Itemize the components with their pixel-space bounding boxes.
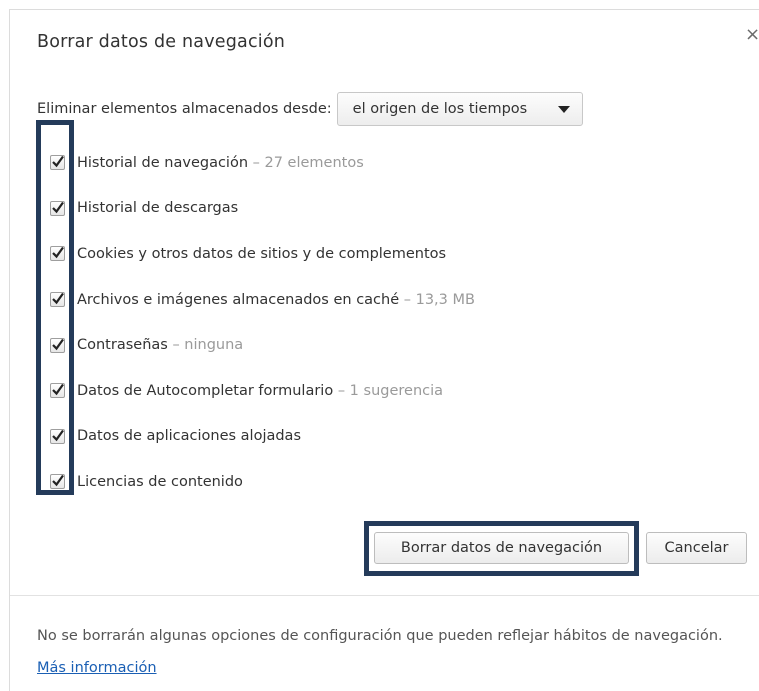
list-item-download-history: Historial de descargas xyxy=(50,186,475,232)
learn-more-link[interactable]: Más información xyxy=(37,660,157,676)
item-name: Datos de Autocompletar formulario xyxy=(77,382,334,399)
item-label: Licencias de contenido xyxy=(77,474,243,490)
checkbox-hosted-apps[interactable] xyxy=(50,428,65,444)
item-label: Historial de descargas xyxy=(77,200,238,216)
item-name: Historial de descargas xyxy=(77,200,239,217)
checkmark-icon xyxy=(52,292,64,305)
footer-text: No se borrarán algunas opciones de confi… xyxy=(37,628,723,644)
item-name: Datos de aplicaciones alojadas xyxy=(77,428,301,445)
list-item-autofill: Datos de Autocompletar formulario – 1 su… xyxy=(50,368,475,414)
chevron-down-icon xyxy=(557,105,570,113)
item-label: Historial de navegación – 27 elementos xyxy=(77,155,364,171)
checkmark-icon xyxy=(52,429,64,442)
item-label: Datos de aplicaciones alojadas xyxy=(77,428,301,444)
item-label: Datos de Autocompletar formulario – 1 su… xyxy=(77,383,443,399)
item-detail: – 13,3 MB xyxy=(403,291,475,308)
list-item-content-licenses: Licencias de contenido xyxy=(50,459,475,505)
item-name: Archivos e imágenes almacenados en caché xyxy=(77,291,400,308)
item-name: Licencias de contenido xyxy=(77,473,243,490)
item-name: Historial de navegación xyxy=(77,154,249,171)
checkmark-icon xyxy=(52,156,64,168)
item-detail: – ninguna xyxy=(172,337,244,354)
time-range-select[interactable]: el origen de los tiempos xyxy=(336,92,583,126)
cancel-button[interactable]: Cancelar xyxy=(646,532,747,564)
checkbox-passwords[interactable] xyxy=(50,337,65,353)
checkbox-cookies[interactable] xyxy=(50,246,65,262)
checkmark-icon xyxy=(52,201,64,214)
checkbox-download-history[interactable] xyxy=(50,200,65,216)
item-label: Contraseñas – ninguna xyxy=(77,337,243,353)
list-item-cache: Archivos e imágenes almacenados en caché… xyxy=(50,277,475,323)
footer-note: No se borrarán algunas opciones de confi… xyxy=(37,620,727,684)
list-item-passwords: Contraseñas – ninguna xyxy=(50,322,475,368)
list-item-cookies: Cookies y otros datos de sitios y de com… xyxy=(50,231,475,277)
checkmark-icon xyxy=(52,338,64,350)
item-detail: – 1 sugerencia xyxy=(337,382,444,399)
checkmark-icon xyxy=(52,384,64,396)
time-range-label: Eliminar elementos almacenados desde: xyxy=(37,101,332,117)
item-label: Cookies y otros datos de sitios y de com… xyxy=(77,246,446,262)
item-detail: – 27 elementos xyxy=(252,154,364,171)
clear-browsing-data-dialog: Borrar datos de navegación × Eliminar el… xyxy=(9,9,759,691)
list-item-hosted-apps: Datos de aplicaciones alojadas xyxy=(50,414,475,460)
time-range-row: Eliminar elementos almacenados desde: el… xyxy=(37,92,583,126)
time-range-selected-value: el origen de los tiempos xyxy=(352,101,528,117)
list-item-browsing-history: Historial de navegación – 27 elementos xyxy=(50,140,475,186)
clear-browsing-data-button[interactable]: Borrar datos de navegación xyxy=(374,532,629,564)
item-label: Archivos e imágenes almacenados en caché… xyxy=(77,292,475,308)
item-name: Cookies y otros datos de sitios y de com… xyxy=(77,245,447,262)
data-type-list: Historial de navegación – 27 elementos H… xyxy=(50,140,475,505)
dialog-title: Borrar datos de navegación xyxy=(37,32,286,52)
checkmark-icon xyxy=(52,247,64,259)
checkbox-cache[interactable] xyxy=(50,292,65,308)
close-icon[interactable]: × xyxy=(745,26,759,44)
checkbox-autofill[interactable] xyxy=(50,383,65,399)
footer-divider xyxy=(10,595,759,596)
checkmark-icon xyxy=(52,475,64,487)
item-name: Contraseñas xyxy=(77,337,168,354)
checkbox-content-licenses[interactable] xyxy=(50,474,65,490)
checkbox-browsing-history[interactable] xyxy=(50,155,65,171)
